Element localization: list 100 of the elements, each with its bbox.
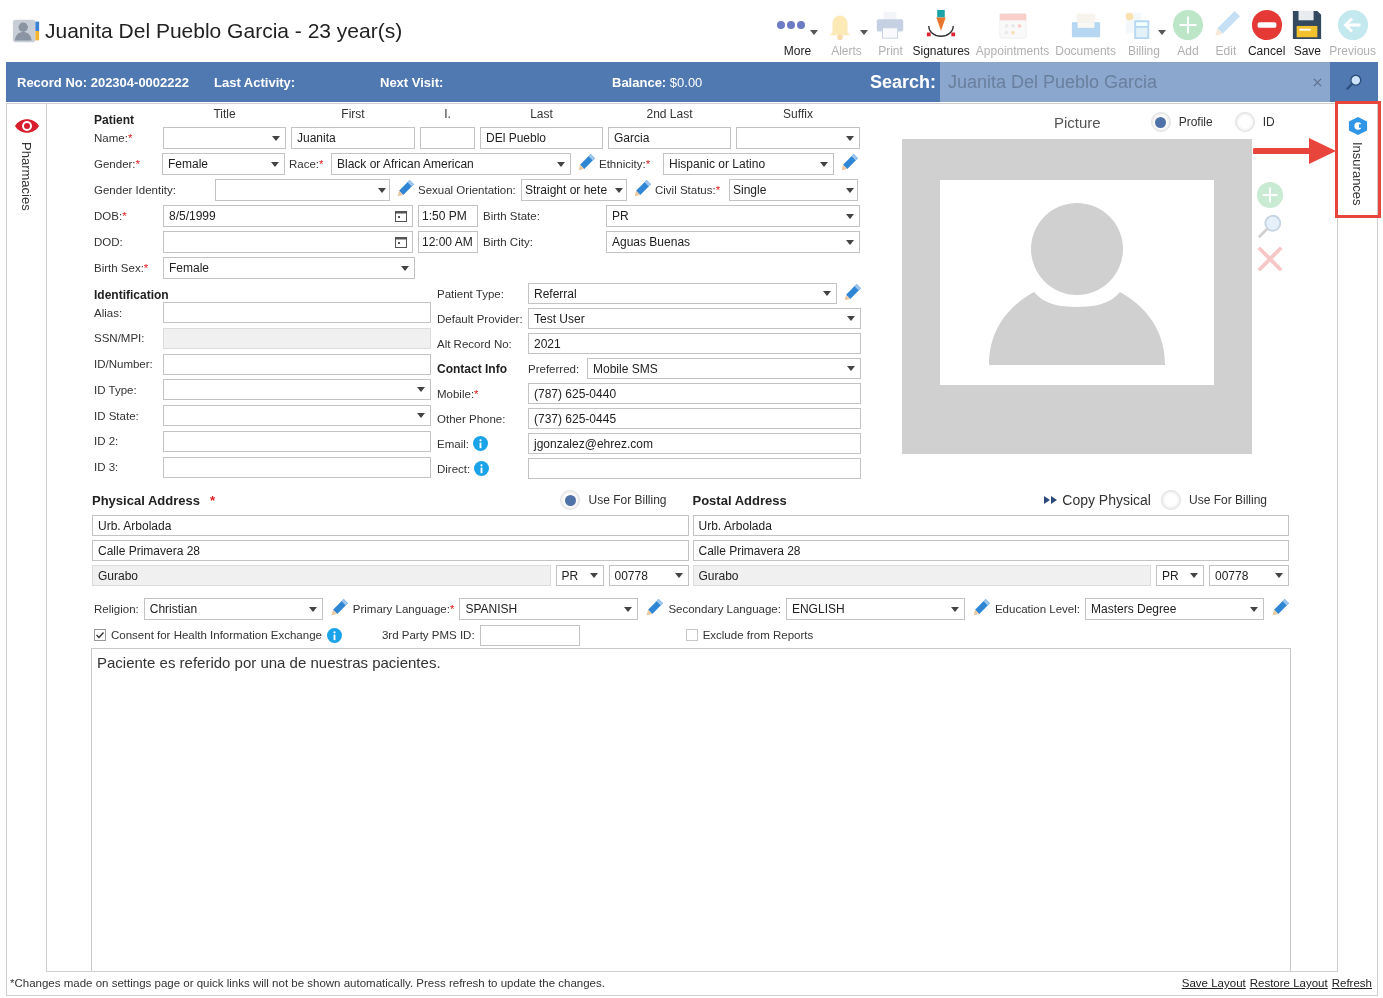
input-field[interactable]: Calle Primavera 28 bbox=[92, 540, 689, 561]
time-field[interactable]: 1:50 PM bbox=[418, 205, 478, 227]
side-tab[interactable]: Pharmacies bbox=[7, 104, 46, 972]
input-field[interactable] bbox=[479, 624, 580, 646]
balance-text: Balance: $0.00 bbox=[612, 74, 704, 90]
date-field[interactable]: 8/5/1999 bbox=[163, 205, 413, 227]
dropdown-field[interactable]: PR bbox=[555, 565, 604, 586]
radio-button[interactable] bbox=[1234, 112, 1255, 132]
input-field[interactable] bbox=[420, 127, 475, 149]
calendar-icon[interactable] bbox=[395, 210, 407, 222]
calendar-icon[interactable] bbox=[395, 236, 407, 248]
delete-x-icon[interactable] bbox=[1256, 245, 1284, 273]
dropdown-field[interactable]: Hispanic or Latino bbox=[663, 153, 834, 175]
field-label: Race:* bbox=[289, 158, 324, 170]
footer-note: *Changes made on settings page or quick links will not be shown automatically. Press refresh to update the changes. bbox=[10, 977, 605, 989]
input-field[interactable]: Juanita bbox=[291, 127, 415, 149]
picture-heading: Picture bbox=[1054, 113, 1101, 131]
input-field[interactable]: Calle Primavera 28 bbox=[692, 540, 1289, 561]
caret-icon bbox=[417, 387, 425, 393]
magnifier-icon[interactable] bbox=[1256, 213, 1284, 241]
radio-button[interactable] bbox=[1150, 112, 1171, 132]
field-label: Religion: bbox=[94, 603, 139, 615]
dropdown-field[interactable]: 00778 bbox=[1209, 565, 1289, 586]
caret-icon bbox=[615, 187, 623, 193]
dropdown-field[interactable]: Mobile SMS bbox=[587, 358, 861, 379]
field-label: DOB:* bbox=[94, 210, 127, 222]
side-tab[interactable]: Insurances bbox=[1338, 104, 1377, 972]
toolbar-button[interactable]: Cancel bbox=[1244, 2, 1289, 62]
column-header: 2nd Last bbox=[645, 107, 694, 121]
radio-button[interactable] bbox=[1160, 490, 1181, 510]
dropdown-field[interactable] bbox=[163, 127, 286, 149]
section-heading: Physical Address * bbox=[92, 492, 215, 508]
toolbar-button[interactable]: Save bbox=[1288, 2, 1327, 62]
section-heading: Contact Info bbox=[437, 361, 508, 376]
field-label: Civil Status:* bbox=[655, 184, 721, 196]
caret-icon bbox=[557, 161, 565, 167]
input-field[interactable]: (737) 625-0445 bbox=[528, 408, 861, 429]
dropdown-field[interactable]: Masters Degree bbox=[1085, 598, 1264, 620]
dropdown-field[interactable] bbox=[736, 127, 860, 149]
dropdown-field[interactable]: SPANISH bbox=[459, 598, 639, 620]
input-field[interactable] bbox=[163, 302, 431, 323]
column-header: Last bbox=[529, 107, 554, 121]
input-field[interactable]: Urb. Arbolada bbox=[92, 515, 689, 536]
dropdown-field[interactable]: 00778 bbox=[608, 565, 689, 586]
input-field[interactable]: 2021 bbox=[528, 333, 861, 354]
dropdown-field[interactable]: Test User bbox=[528, 308, 861, 329]
section-heading: Identification bbox=[94, 287, 170, 302]
dropdown-field[interactable]: Christian bbox=[143, 598, 323, 620]
dropdown-field[interactable]: ENGLISH bbox=[785, 598, 965, 620]
dropdown-field[interactable]: Aguas Buenas bbox=[606, 231, 860, 253]
copy-button[interactable]: Copy Physical bbox=[1044, 492, 1151, 508]
footer-link[interactable]: Save Layout bbox=[1181, 977, 1246, 989]
caret-icon bbox=[950, 606, 959, 612]
checkbox[interactable] bbox=[94, 629, 106, 641]
field-label: Alias: bbox=[94, 306, 123, 319]
input-field[interactable] bbox=[163, 456, 431, 478]
footer-link[interactable]: Refresh bbox=[1331, 977, 1372, 989]
input-field[interactable]: Urb. Arbolada bbox=[692, 515, 1289, 536]
footer-link[interactable]: Restore Layout bbox=[1249, 977, 1328, 989]
dropdown-field[interactable]: Referral bbox=[528, 283, 837, 304]
input-field[interactable] bbox=[528, 458, 861, 479]
field-label: Name:* bbox=[94, 132, 133, 144]
input-field[interactable]: Garcia bbox=[608, 127, 731, 149]
info-icon[interactable] bbox=[474, 461, 490, 476]
toolbar-button[interactable]: More bbox=[773, 2, 822, 62]
search-label: Search: bbox=[869, 71, 936, 93]
field-label: ID 2: bbox=[94, 435, 119, 448]
input-field[interactable]: DEl Pueblo bbox=[480, 127, 603, 149]
plus-circle-icon[interactable] bbox=[1256, 181, 1284, 209]
dropdown-field[interactable]: PR bbox=[606, 205, 860, 227]
radio-label: ID bbox=[1262, 115, 1275, 129]
time-field[interactable]: 12:00 AM bbox=[418, 231, 478, 253]
section-heading: Postal Address bbox=[692, 492, 787, 508]
dropdown-field[interactable]: PR bbox=[1156, 565, 1204, 586]
input-field[interactable]: jgonzalez@ehrez.com bbox=[528, 433, 861, 454]
clear-icon[interactable] bbox=[1313, 77, 1322, 87]
caret-icon bbox=[1190, 573, 1198, 578]
dropdown-field[interactable]: Single bbox=[729, 179, 858, 201]
info-icon[interactable] bbox=[326, 627, 342, 643]
caret-icon bbox=[674, 573, 683, 578]
dropdown-field[interactable]: Straight or hete bbox=[521, 179, 627, 201]
dropdown-field[interactable]: Female bbox=[163, 257, 415, 279]
notes-area[interactable]: Paciente es referido por una de nuestras pacientes. bbox=[91, 648, 1291, 971]
info-icon[interactable] bbox=[472, 436, 488, 451]
input-field[interactable]: (787) 625-0440 bbox=[528, 383, 861, 404]
section-heading: Patient bbox=[94, 113, 135, 127]
input-field: Gurabo bbox=[92, 565, 551, 586]
input-field[interactable] bbox=[163, 353, 431, 375]
radio-button[interactable] bbox=[560, 490, 581, 510]
toolbar-button[interactable]: Signatures bbox=[909, 2, 973, 62]
next-visit-label: Next Visit: bbox=[380, 74, 445, 90]
dropdown-field[interactable]: Female bbox=[162, 153, 285, 175]
checkbox[interactable] bbox=[685, 629, 698, 641]
dropdown-field[interactable] bbox=[215, 179, 390, 201]
input-field[interactable] bbox=[163, 431, 431, 452]
dropdown-field[interactable] bbox=[163, 405, 431, 427]
field-label: Birth State: bbox=[483, 210, 540, 222]
dropdown-field[interactable] bbox=[163, 379, 431, 401]
dropdown-field[interactable]: Black or African American bbox=[331, 153, 571, 175]
date-field[interactable] bbox=[163, 231, 413, 253]
